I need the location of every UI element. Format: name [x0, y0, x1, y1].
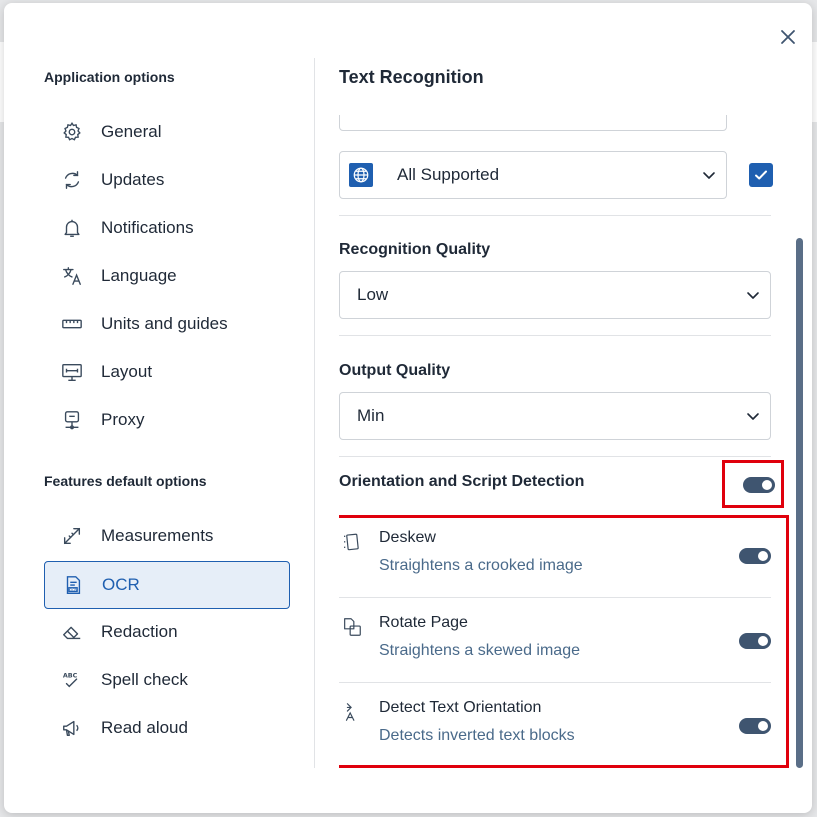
chevron-down-icon — [746, 409, 760, 428]
features-default-options-title: Features default options — [44, 473, 207, 489]
orientation-script-detection-label: Orientation and Script Detection — [339, 473, 585, 490]
translate-icon — [60, 264, 84, 288]
sidebar-item-ocr[interactable]: OCR OCR — [44, 561, 290, 609]
sidebar-item-measurements[interactable]: Measurements — [44, 512, 290, 560]
layout-icon — [60, 360, 84, 384]
settings-dialog: Application options General Updates Noti… — [4, 3, 812, 813]
recognition-quality-select[interactable]: Low — [339, 271, 771, 319]
sidebar-item-general[interactable]: General — [44, 108, 290, 156]
close-button[interactable] — [774, 23, 802, 51]
sidebar-item-layout[interactable]: Layout — [44, 348, 290, 396]
sidebar-item-label: Measurements — [101, 526, 214, 545]
language-select-value: All Supported — [397, 165, 500, 184]
ocr-settings-panel: All Supported Recognition Quality Low Ou… — [339, 115, 795, 775]
sidebar-item-spell-check[interactable]: ABC Spell check — [44, 656, 290, 704]
ocr-icon: OCR — [61, 573, 85, 597]
sidebar-item-label: General — [101, 122, 162, 141]
highlight-box-toggle — [722, 460, 784, 508]
spellcheck-icon: ABC — [60, 668, 84, 692]
sidebar-item-proxy[interactable]: Proxy — [44, 396, 290, 444]
section-divider — [339, 215, 771, 216]
scrollbar[interactable] — [796, 238, 803, 768]
sidebar-item-language[interactable]: Language — [44, 252, 290, 300]
sidebar-divider — [314, 58, 315, 768]
close-icon — [781, 30, 795, 44]
chevron-down-icon — [746, 288, 760, 307]
ruler-icon — [60, 312, 84, 336]
recognition-quality-value: Low — [357, 285, 389, 304]
sidebar-item-label: Updates — [101, 170, 165, 189]
sidebar-item-label: Read aloud — [101, 718, 188, 737]
language-select[interactable]: All Supported — [339, 151, 727, 199]
sidebar-item-read-aloud[interactable]: Read aloud — [44, 704, 290, 752]
sidebar-item-units-and-guides[interactable]: Units and guides — [44, 300, 290, 348]
chevron-down-icon — [702, 168, 716, 187]
gear-icon — [60, 120, 84, 144]
globe-icon — [349, 163, 373, 187]
eraser-icon — [60, 620, 84, 644]
sidebar-item-label: OCR — [102, 575, 140, 594]
output-quality-select[interactable]: Min — [339, 392, 771, 440]
sidebar-item-notifications[interactable]: Notifications — [44, 204, 290, 252]
svg-text:OCR: OCR — [70, 588, 78, 592]
application-options-title: Application options — [44, 69, 175, 85]
megaphone-icon — [60, 716, 84, 740]
section-divider — [339, 456, 771, 457]
output-quality-value: Min — [357, 406, 385, 425]
highlight-box-sub-options — [339, 515, 789, 768]
network-icon — [60, 408, 84, 432]
sidebar-item-label: Notifications — [101, 218, 194, 237]
sidebar-item-label: Redaction — [101, 622, 178, 641]
settings-sidebar: Application options General Updates Noti… — [4, 3, 314, 813]
output-quality-label: Output Quality — [339, 362, 451, 379]
sidebar-item-label: Units and guides — [101, 314, 228, 333]
measure-icon — [60, 524, 84, 548]
sidebar-item-label: Spell check — [101, 670, 188, 689]
refresh-icon — [60, 168, 84, 192]
sidebar-item-updates[interactable]: Updates — [44, 156, 290, 204]
check-icon — [755, 170, 767, 180]
page-title: Text Recognition — [339, 67, 484, 87]
svg-text:ABC: ABC — [63, 671, 78, 679]
language-checkbox[interactable] — [749, 163, 773, 187]
recognition-quality-label: Recognition Quality — [339, 241, 491, 258]
sidebar-item-redaction[interactable]: Redaction — [44, 608, 290, 656]
sidebar-item-label: Language — [101, 266, 177, 285]
bell-icon — [60, 216, 84, 240]
sidebar-item-label: Layout — [101, 362, 153, 381]
language-input[interactable] — [339, 115, 727, 131]
section-divider — [339, 335, 771, 336]
sidebar-item-label: Proxy — [101, 410, 145, 429]
